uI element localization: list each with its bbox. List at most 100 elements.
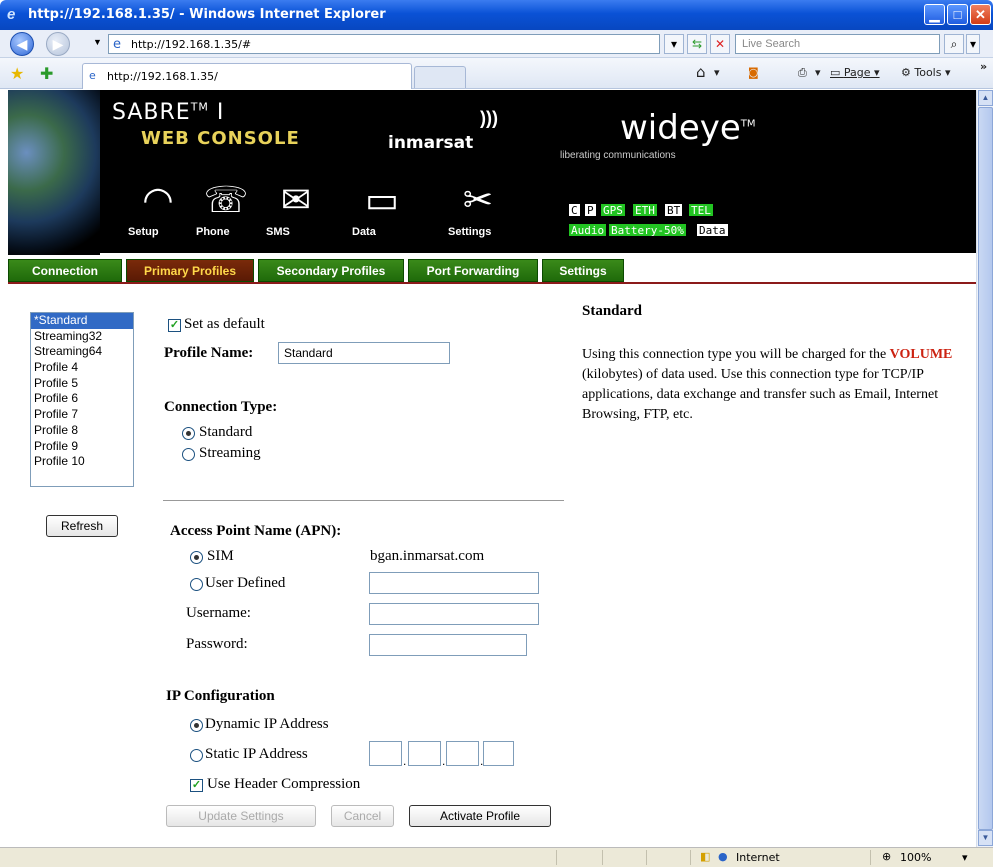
home-dropdown-icon[interactable]: ▾	[714, 66, 720, 79]
print-dropdown-icon[interactable]: ▾	[815, 66, 821, 79]
tab-title: http://192.168.1.35/	[107, 70, 218, 83]
nav-data[interactable]: ▭ Data	[352, 178, 412, 238]
list-item[interactable]: Streaming32	[31, 329, 133, 345]
header-compression-label: Use Header Compression	[207, 776, 361, 792]
search-input[interactable]: Live Search	[735, 34, 940, 54]
tab-primary-profiles[interactable]: Primary Profiles	[126, 259, 254, 282]
stop-icon[interactable]: ✕	[710, 34, 730, 54]
apn-user-defined-label: User Defined	[205, 575, 286, 591]
feeds-icon[interactable]: ◙	[748, 66, 759, 79]
refresh-icon[interactable]: ⇆	[687, 34, 707, 54]
username-input[interactable]	[369, 603, 539, 625]
scroll-thumb[interactable]	[978, 107, 993, 830]
indicator-p: P	[584, 203, 597, 217]
wideye-text: wideye	[620, 108, 741, 148]
tools-menu[interactable]: ⚙ Tools ▾	[901, 66, 951, 79]
ip-static-radio[interactable]	[190, 749, 203, 762]
page-content: SABRETM I WEB CONSOLE ))) inmarsat widey…	[0, 90, 976, 847]
close-button[interactable]: ✕	[970, 4, 991, 25]
indicator-data: Data	[696, 223, 729, 237]
zoom-level[interactable]: 100%	[900, 851, 931, 864]
list-item[interactable]: Profile 5	[31, 376, 133, 392]
page-icon: e	[113, 37, 121, 52]
tab-settings[interactable]: Settings	[542, 259, 624, 282]
page-menu[interactable]: ▭ Page ▾	[830, 66, 880, 79]
connection-type-label: Connection Type:	[164, 399, 278, 415]
chevron-right-icon[interactable]: »	[980, 60, 987, 73]
ip-octet-2-input[interactable]	[408, 741, 441, 766]
indicator-bt: BT	[664, 203, 684, 217]
forward-button[interactable]: ▶	[46, 32, 70, 56]
tab-port-forwarding[interactable]: Port Forwarding	[408, 259, 538, 282]
add-favorite-icon[interactable]: ✚	[40, 64, 53, 84]
list-item[interactable]: Profile 8	[31, 423, 133, 439]
back-button[interactable]: ◀	[10, 32, 34, 56]
indicator-audio: Audio	[568, 223, 608, 237]
home-icon[interactable]: ⌂	[696, 63, 706, 81]
apn-user-defined-radio[interactable]	[190, 578, 203, 591]
status-bar: ◧ ● Internet ⊕ 100% ▾	[0, 847, 993, 867]
favorites-star-icon[interactable]: ★	[10, 64, 24, 84]
profile-name-value: Standard	[284, 346, 333, 360]
ip-octet-1-input[interactable]	[369, 741, 402, 766]
maximize-button[interactable]: □	[947, 4, 968, 25]
list-item[interactable]: Profile 7	[31, 407, 133, 423]
tab-connection[interactable]: Connection	[8, 259, 122, 282]
connection-streaming-radio[interactable]	[182, 448, 195, 461]
ip-static-label: Static IP Address	[205, 746, 308, 762]
apn-user-defined-input[interactable]	[369, 572, 539, 594]
activate-profile-button[interactable]: Activate Profile	[409, 805, 551, 827]
update-settings-button[interactable]: Update Settings	[166, 805, 316, 827]
divider	[163, 500, 564, 501]
globe-image	[8, 90, 100, 255]
ip-octet-4-input[interactable]	[483, 741, 514, 766]
apn-sim-radio[interactable]	[190, 551, 203, 564]
history-dropdown-icon[interactable]: ▼	[93, 37, 102, 47]
search-options-icon[interactable]: ▾	[966, 34, 980, 54]
status-segment	[602, 850, 603, 865]
connection-standard-radio[interactable]	[182, 427, 195, 440]
apn-sim-label: SIM	[207, 548, 234, 564]
list-item[interactable]: Streaming64	[31, 344, 133, 360]
ip-dynamic-radio[interactable]	[190, 719, 203, 732]
scroll-down-icon[interactable]: ▼	[978, 830, 993, 846]
tools-menu-label: Tools	[914, 66, 942, 79]
nav-phone[interactable]: ☏ Phone	[196, 178, 256, 238]
nav-sms[interactable]: ✉ SMS	[266, 178, 326, 238]
search-icon[interactable]: ⌕	[944, 34, 964, 54]
list-item[interactable]: Profile 4	[31, 360, 133, 376]
address-dropdown-icon[interactable]: ▾	[664, 34, 684, 54]
navigation-bar: ◀ ▶ ▼ e http://192.168.1.35/# ▾ ⇆ ✕ Live…	[0, 30, 993, 58]
ip-dot: .	[442, 754, 446, 768]
address-bar[interactable]: e http://192.168.1.35/#	[108, 34, 660, 54]
list-item[interactable]: Profile 6	[31, 391, 133, 407]
refresh-button[interactable]: Refresh	[46, 515, 118, 537]
nav-settings-label: Settings	[448, 226, 492, 238]
browser-tab[interactable]: e http://192.168.1.35/	[82, 63, 412, 89]
minimize-button[interactable]: ▁	[924, 4, 945, 25]
new-tab-button[interactable]	[414, 66, 466, 88]
list-item[interactable]: *Standard	[31, 313, 133, 329]
profile-name-input[interactable]: Standard	[278, 342, 450, 364]
zoom-icon[interactable]: ⊕	[882, 850, 891, 863]
zoom-dropdown-icon[interactable]: ▾	[962, 851, 968, 864]
apn-sim-value: bgan.inmarsat.com	[370, 548, 485, 564]
nav-settings[interactable]: ✂ Settings	[448, 178, 508, 238]
ip-octet-3-input[interactable]	[446, 741, 479, 766]
print-icon[interactable]: ⎙	[798, 66, 807, 80]
info-volume: VOLUME	[889, 347, 953, 362]
header-compression-checkbox[interactable]: ✓	[190, 779, 203, 792]
tab-secondary-profiles[interactable]: Secondary Profiles	[258, 259, 404, 282]
nav-setup[interactable]: ◠ Setup	[128, 178, 188, 238]
profile-list[interactable]: *Standard Streaming32 Streaming64 Profil…	[30, 312, 134, 487]
favorites-bar: ★ ✚ e http://192.168.1.35/ ⌂ ▾ ◙ ⎙ ▾ ▭ P…	[0, 58, 993, 89]
password-input[interactable]	[369, 634, 527, 656]
ip-dynamic-label: Dynamic IP Address	[205, 716, 329, 732]
list-item[interactable]: Profile 10	[31, 454, 133, 470]
vertical-scrollbar[interactable]: ▲ ▼	[976, 90, 993, 847]
list-item[interactable]: Profile 9	[31, 439, 133, 455]
set-default-checkbox[interactable]: ✓	[168, 319, 181, 332]
window-titlebar: e http://192.168.1.35/ - Windows Interne…	[0, 0, 993, 30]
cancel-button[interactable]: Cancel	[331, 805, 394, 827]
scroll-up-icon[interactable]: ▲	[978, 90, 993, 106]
